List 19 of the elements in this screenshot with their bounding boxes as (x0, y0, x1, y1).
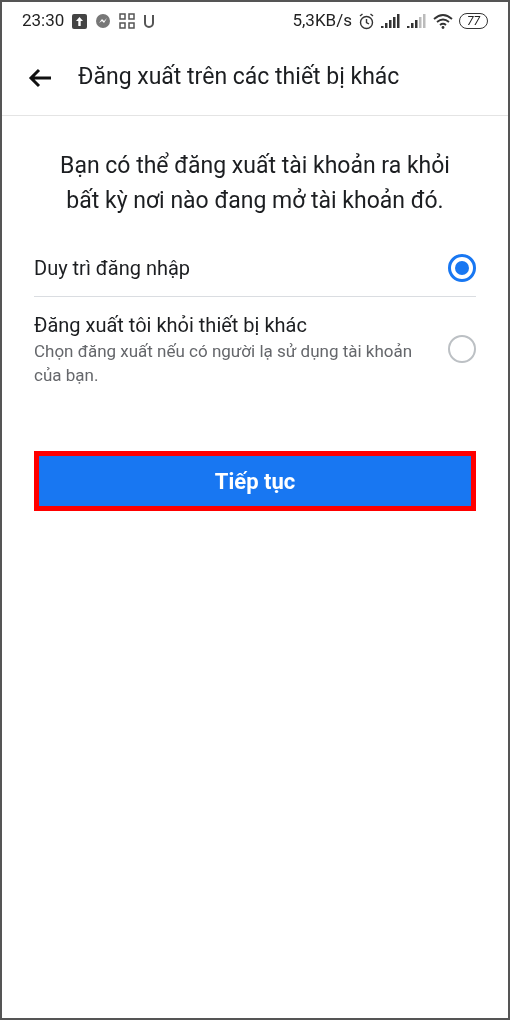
grid-icon (119, 13, 136, 29)
option-label: Đăng xuất tôi khỏi thiết bị khác (34, 312, 308, 339)
signal-icon (380, 14, 401, 28)
magnet-icon (143, 13, 156, 29)
back-arrow-icon[interactable] (28, 67, 52, 88)
radio-button[interactable] (448, 254, 476, 282)
chat-bubble-icon (95, 13, 112, 29)
intro-text: Bạn có thể đăng xuất tài khoản ra khỏi bất kỳ nơi nào đang mở tài khoản đó. (59, 151, 451, 216)
option-description: Chọn đăng xuất nếu có người lạ sử dụng tài khoản của bạn. (34, 340, 414, 387)
header-title: Đăng xuất trên các thiết bị khác (78, 62, 400, 93)
radio-button[interactable] (448, 335, 476, 363)
wifi-icon (432, 13, 453, 29)
signal-icon (406, 14, 427, 28)
upload-icon (72, 13, 88, 29)
option-label: Duy trì đăng nhập (34, 255, 191, 282)
continue-button[interactable]: Tiếp tục (34, 451, 476, 511)
status-time: 23:30 (22, 9, 65, 33)
alarm-icon (357, 12, 375, 30)
network-speed: 5,3KB/s (292, 9, 352, 33)
